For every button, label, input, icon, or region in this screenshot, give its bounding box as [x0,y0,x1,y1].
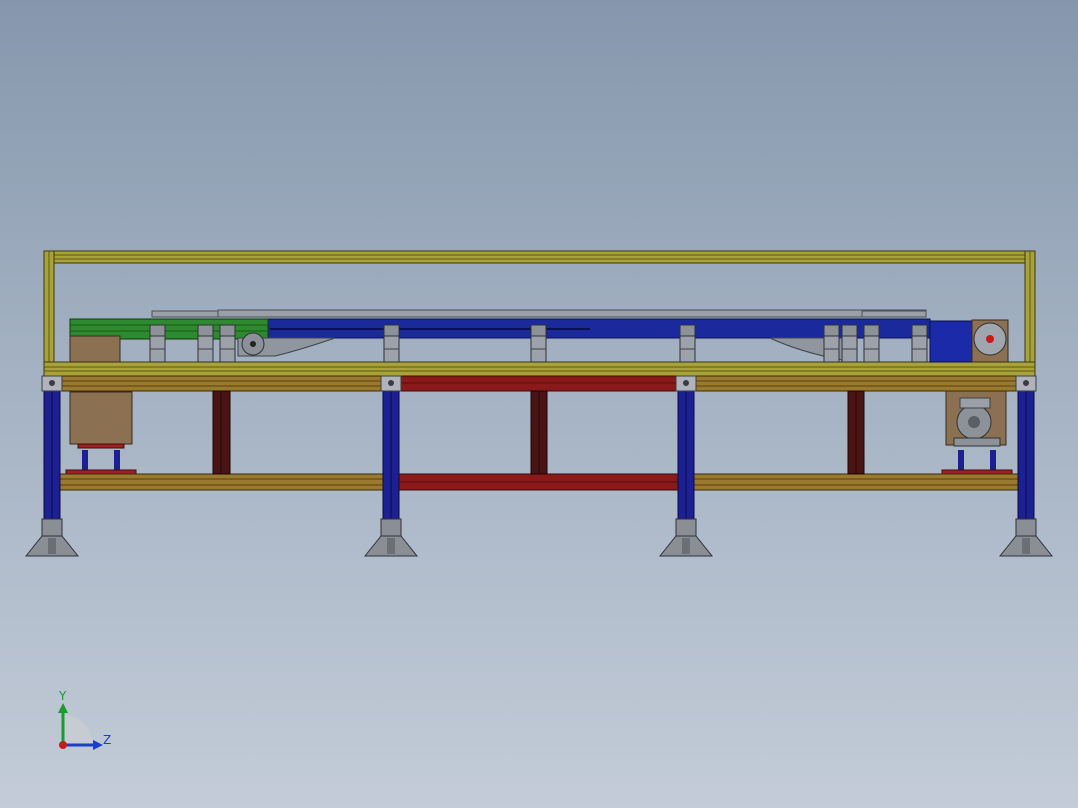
conveyor-assembly-side-view[interactable]: Y Z [0,0,1078,808]
clamp-block [219,324,236,363]
leg-4 [998,375,1054,557]
leg-3 [658,375,714,557]
leveling-foot [24,518,80,557]
clamp-block [149,324,166,363]
clamp-block [679,324,696,363]
leveling-foot [363,518,419,557]
left-electrical-box [65,335,137,476]
clamp-block [383,324,400,363]
leveling-foot [658,518,714,557]
cad-viewport[interactable]: Y Z [0,0,1078,808]
clamp-block [823,324,840,363]
conveyor-top-plates [151,309,927,318]
leg-2 [363,375,419,557]
x-axis-dot [59,741,67,749]
clamp-block [841,324,858,363]
clamp-block [197,324,214,363]
clamp-block [863,324,880,363]
clamp-block [530,324,547,363]
drive-motor [941,389,1013,476]
triad-plane-icon [63,715,93,745]
y-axis-label: Y [58,689,67,703]
clamp-block [911,324,928,363]
lower-rail [59,473,1021,491]
leveling-foot [998,518,1054,557]
drive-housing [929,320,975,363]
upper-rail [43,375,1036,392]
orientation-triad: Y Z [58,689,111,750]
z-axis-label: Z [103,733,111,747]
dark-red-posts [212,390,865,475]
